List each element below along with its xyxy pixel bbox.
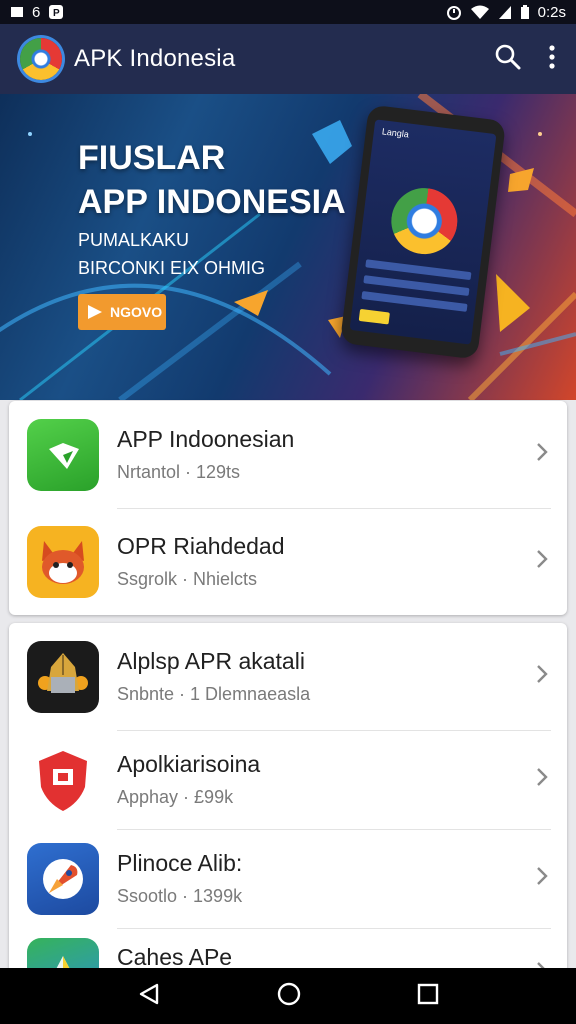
app-name: APP Indoonesian	[117, 425, 295, 452]
app-name: Apolkiarisoina	[117, 750, 261, 777]
list-item[interactable]: Apolkiarisoina Apphay · £99k	[9, 730, 567, 829]
chevron-right-icon	[535, 663, 549, 690]
app-meta: Snbnte · 1 Dlemnaeasla	[117, 683, 311, 704]
system-navigation-bar	[0, 968, 576, 1024]
svg-text:P: P	[53, 8, 60, 19]
banner-title: FIUSLAR APP INDONESIA	[78, 136, 346, 224]
battery-icon	[520, 4, 530, 20]
recents-icon[interactable]	[417, 983, 439, 1010]
banner-title-line-2: APP INDONESIA	[78, 183, 346, 221]
chevron-right-icon	[535, 548, 549, 575]
app-meta: Nrtantol · 129ts	[117, 461, 241, 482]
app-name: Plinoce Alib:	[117, 849, 243, 876]
chevron-right-icon	[535, 766, 549, 793]
banner-title-line-1: FIUSLAR	[78, 139, 226, 177]
list-item[interactable]: APP Indoonesian Nrtantol · 129ts	[9, 401, 567, 508]
phone-list-line	[361, 291, 468, 312]
green-app-icon	[27, 418, 99, 491]
robot-head-icon	[27, 640, 99, 713]
phone-screen-header: Langla	[381, 126, 410, 140]
status-bar: 6 P 0:2s	[0, 0, 576, 24]
app-logo	[20, 38, 62, 80]
banner-subtitle-line-2: BIRCONKI EIX OHMIG	[78, 258, 266, 278]
signal-icon	[498, 4, 512, 20]
banner-button-label: NGOVO	[110, 304, 163, 320]
back-icon[interactable]	[137, 982, 161, 1011]
promo-banner[interactable]: FIUSLAR APP INDONESIA PUMALKAKU BIRCONKI…	[0, 94, 576, 400]
app-meta: Ssootlo · 1399k	[117, 885, 243, 906]
phone-illustration: Langla	[339, 104, 507, 360]
rocket-icon	[27, 842, 99, 915]
app-name: Alplsp APR akatali	[117, 647, 305, 674]
phone-button	[358, 308, 390, 325]
alarm-icon	[446, 4, 462, 20]
banner-play-button[interactable]: NGOVO	[78, 294, 166, 330]
play-icon	[88, 305, 102, 319]
app-list-card: Alplsp APR akatali Snbnte · 1 Dlemnaeasl…	[9, 623, 567, 973]
home-icon[interactable]	[276, 981, 302, 1012]
chevron-right-icon	[535, 865, 549, 892]
app-meta: Apphay · £99k	[117, 786, 234, 807]
app-name: OPR Riahdedad	[117, 532, 285, 559]
list-item[interactable]: OPR Riahdedad Ssgrolk · Nhielcts	[9, 508, 567, 615]
browser-logo-icon	[387, 184, 462, 258]
fox-mascot-icon	[27, 525, 99, 598]
app-meta: Ssgrolk · Nhielcts	[117, 568, 258, 589]
more-options-icon[interactable]	[548, 44, 556, 75]
app-notification-icon: P	[48, 4, 64, 20]
shield-icon	[27, 744, 99, 816]
app-title: APK Indonesia	[74, 45, 236, 72]
list-item[interactable]: Alplsp APR akatali Snbnte · 1 Dlemnaeasl…	[9, 623, 567, 730]
wifi-icon	[470, 4, 490, 20]
banner-subtitle-line-1: PUMALKAKU	[78, 230, 190, 250]
status-time: 0:2s	[537, 3, 566, 21]
chevron-right-icon	[535, 441, 549, 468]
list-item[interactable]: Cahes APe	[9, 928, 567, 973]
app-list-card: APP Indoonesian Nrtantol · 129ts OPR Ria…	[9, 401, 567, 615]
banner-subtitle: PUMALKAKU BIRCONKI EIX OHMIG	[78, 226, 265, 282]
message-icon	[10, 5, 24, 19]
status-notification-count: 6	[32, 3, 41, 21]
phone-screen: Langla	[349, 119, 497, 345]
list-item[interactable]: Plinoce Alib: Ssootlo · 1399k	[9, 829, 567, 928]
search-icon[interactable]	[494, 43, 522, 76]
app-bar: APK Indonesia	[0, 24, 576, 94]
